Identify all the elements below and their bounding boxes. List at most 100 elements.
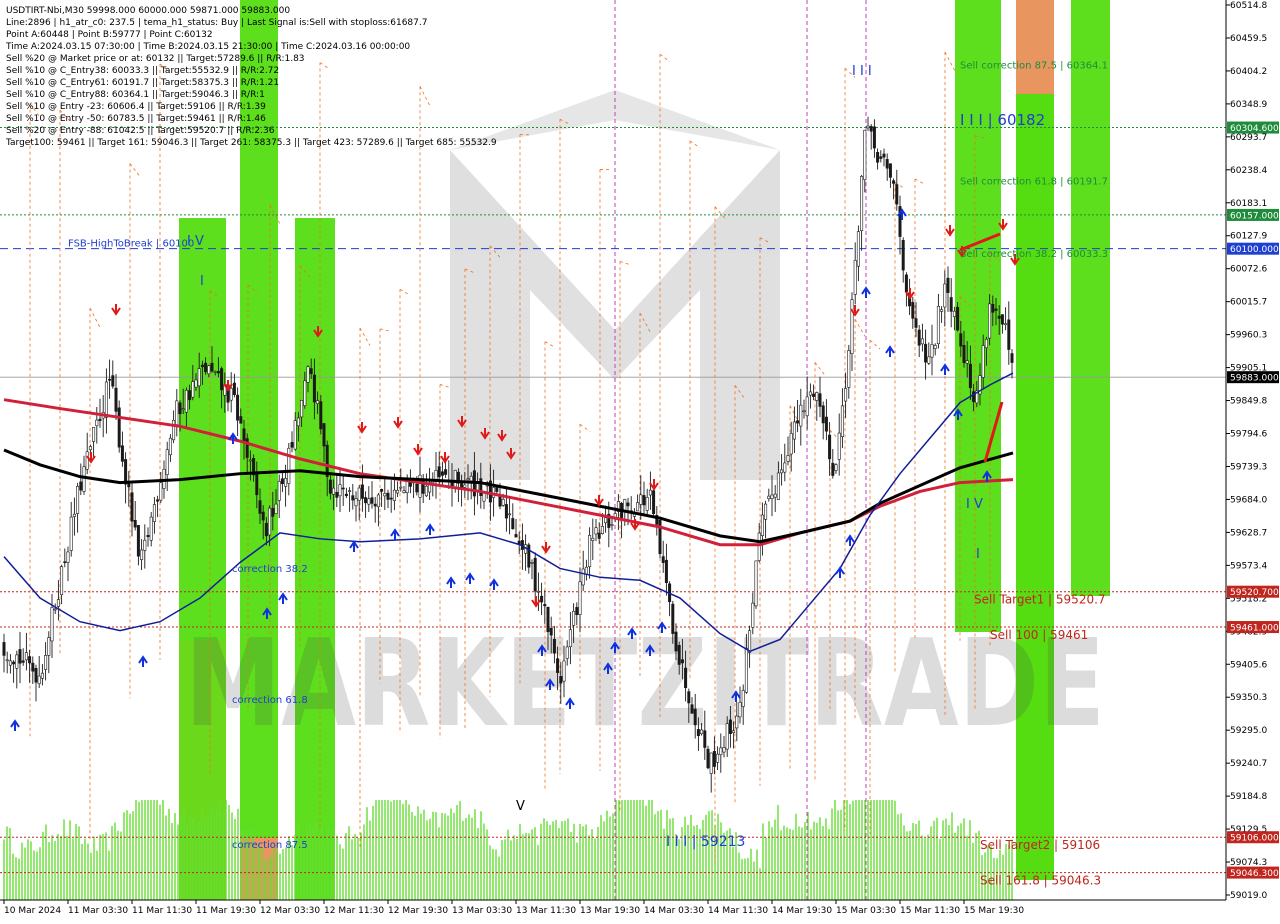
candle-body: [243, 429, 245, 442]
price-tag-label: 59883.000: [1230, 374, 1279, 384]
price-axis: 60514.860459.560404.260348.960293.760238…: [1226, 0, 1279, 901]
candle-body: [3, 642, 5, 655]
candle-body: [124, 459, 126, 484]
candle-body: [22, 661, 24, 663]
candle-body: [876, 152, 878, 162]
candle-body: [364, 498, 366, 503]
candle-body: [854, 260, 856, 294]
candle-body: [732, 731, 734, 733]
candle-body: [51, 607, 53, 641]
candle-body: [745, 648, 747, 692]
candle-body: [217, 371, 219, 373]
candle-body: [576, 607, 578, 614]
info-line: USDTIRT-Nbi,M30 59998.000 60000.000 5987…: [6, 6, 290, 16]
candle-body: [192, 382, 194, 398]
candle-body: [12, 662, 14, 664]
candle-body: [563, 661, 565, 681]
candle-body: [230, 388, 232, 400]
candle-body: [150, 517, 152, 540]
candle-body: [233, 383, 235, 395]
candle-body: [332, 488, 334, 494]
candle-body: [316, 401, 318, 404]
candle-body: [272, 508, 274, 516]
sell-arrow: [441, 452, 449, 462]
candle-body: [665, 560, 667, 582]
candle-body: [86, 452, 88, 469]
price-tick-label: 60183.1: [1230, 199, 1267, 209]
candle-body: [352, 496, 354, 501]
candle-body: [761, 515, 763, 536]
candle-body: [64, 562, 66, 563]
candle-body: [361, 485, 363, 499]
time-tick-label: 14 Mar 03:30: [644, 906, 704, 916]
candle-body: [816, 392, 818, 400]
price-tag: 60100.000: [1227, 243, 1279, 256]
candle-body: [848, 351, 850, 388]
candle-body: [784, 463, 786, 472]
candle-body: [220, 369, 222, 390]
price-tag: 59046.300: [1227, 867, 1279, 880]
candle-body: [451, 483, 453, 487]
candle-body: [310, 369, 312, 374]
candle-body: [256, 472, 258, 495]
price-tick-label: 59628.7: [1230, 528, 1267, 538]
wave-annotation: I V: [966, 497, 983, 512]
candle-body: [38, 676, 40, 684]
candle-body: [41, 673, 43, 678]
candle-body: [80, 482, 82, 490]
candle-body: [393, 490, 395, 500]
time-tick-label: 12 Mar 19:30: [388, 906, 448, 916]
orange-spike: [90, 308, 100, 327]
candle-body: [924, 344, 926, 362]
level-label: Sell Target2 | 59106: [980, 838, 1100, 852]
time-tick-label: 11 Mar 11:30: [132, 906, 192, 916]
candle-body: [467, 479, 469, 480]
green-zone: [1016, 94, 1054, 880]
orange-spike: [360, 328, 370, 346]
candle-body: [864, 130, 866, 179]
orange-spike: [945, 52, 955, 71]
candle-body: [960, 334, 962, 346]
candle-body: [96, 420, 98, 426]
candle-body: [144, 540, 146, 550]
sell-arrow: [394, 417, 402, 427]
candle-body: [496, 488, 498, 492]
buy-arrow: [836, 568, 844, 578]
candle-body: [153, 505, 155, 522]
candle-body: [176, 401, 178, 425]
candle-body: [169, 438, 171, 455]
price-tag-label: 59520.700: [1230, 588, 1279, 598]
candle-body: [729, 720, 731, 734]
candle-body: [515, 534, 517, 537]
candle-body: [179, 403, 181, 414]
candle-body: [470, 476, 472, 481]
candle-body: [588, 535, 590, 566]
wave-annotation: I I I | 60182: [960, 111, 1045, 129]
candle-body: [329, 480, 331, 493]
candle-body: [918, 330, 920, 345]
candle-body: [662, 557, 664, 563]
candle-body: [844, 388, 846, 401]
candle-body: [345, 494, 347, 496]
price-tag: 60157.000: [1227, 209, 1279, 222]
candle-body: [672, 604, 674, 633]
candle-body: [390, 498, 392, 499]
info-line: Time A:2024.03.15 07:30:00 | Time B:2024…: [5, 42, 410, 52]
candle-body: [54, 609, 56, 610]
candle-body: [835, 465, 837, 471]
buy-arrow: [350, 542, 358, 552]
candle-body: [268, 508, 270, 535]
candle-body: [832, 463, 834, 475]
level-label: Sell correction 61.8 | 60191.7: [960, 176, 1108, 187]
info-line: Sell %10 @ C_Entry61: 60191.7 || Target:…: [6, 78, 279, 88]
candle-body: [640, 495, 642, 505]
candle-body: [172, 420, 174, 439]
info-line: Sell %10 @ C_Entry38: 60033.3 || Target:…: [6, 66, 279, 76]
candle-body: [1001, 315, 1003, 325]
candle-body: [752, 603, 754, 627]
time-tick-label: 15 Mar 03:30: [836, 906, 896, 916]
candle-body: [880, 157, 882, 159]
candle-body: [140, 550, 142, 560]
candle-body: [512, 518, 514, 528]
price-tick-label: 59684.0: [1230, 495, 1267, 505]
